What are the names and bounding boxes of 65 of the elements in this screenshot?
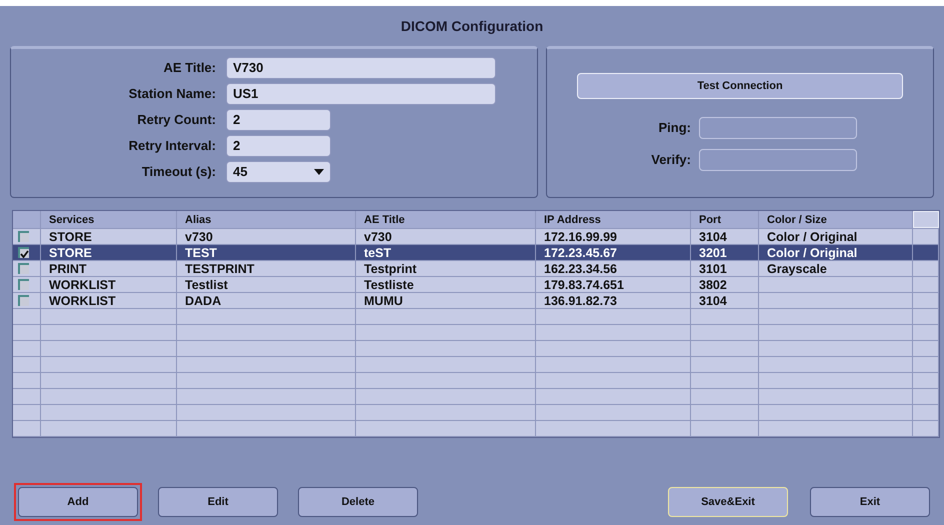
table-cell: 172.16.99.99 — [536, 229, 691, 244]
table-cell: v730 — [356, 229, 536, 244]
action-button[interactable]: Exit — [810, 487, 930, 517]
field-label: Timeout (s): — [140, 163, 217, 182]
table-cell: 3201 — [691, 245, 759, 260]
table-cell: 3104 — [691, 229, 759, 244]
test-connection-button[interactable]: Test Connection — [577, 73, 903, 99]
table-cell: 172.23.45.67 — [536, 245, 691, 260]
table-cell: WORKLIST — [41, 277, 177, 292]
action-button[interactable]: Add — [18, 487, 138, 517]
table-cell: PRINT — [41, 261, 177, 276]
dropdown-field[interactable]: 45 — [226, 161, 331, 183]
column-header: Port — [691, 211, 759, 228]
table-cell: 3802 — [691, 277, 759, 292]
table-cell: 136.91.82.73 — [536, 293, 691, 308]
table-cell: TEST — [177, 245, 356, 260]
table-cell: Color / Original — [759, 229, 913, 244]
table-cell: 3104 — [691, 293, 759, 308]
action-button[interactable]: Edit — [158, 487, 278, 517]
check-icon — [20, 250, 29, 258]
field-label: Ping: — [658, 119, 692, 138]
checkbox[interactable] — [18, 279, 29, 290]
table-cell: teST — [356, 245, 536, 260]
table-cell: TESTPRINT — [177, 261, 356, 276]
caret-icon — [314, 169, 324, 175]
checkbox[interactable] — [18, 295, 29, 306]
input-field[interactable]: 2 — [226, 109, 331, 131]
input-field[interactable]: 2 — [226, 135, 331, 157]
checkbox[interactable] — [18, 231, 29, 242]
checkbox[interactable] — [18, 263, 29, 274]
field-label: AE Title: — [162, 59, 217, 78]
table-row[interactable]: STORE TEST teST 172.23.45.67 3201 Color / Original — [13, 245, 939, 261]
table-cell: WORKLIST — [41, 293, 177, 308]
table-cell: STORE — [41, 245, 177, 260]
table-cell: 3101 — [691, 261, 759, 276]
table-cell: v730 — [177, 229, 356, 244]
table-cell: STORE — [41, 229, 177, 244]
table-row[interactable]: PRINT TESTPRINT Testprint 162.23.34.56 3101 Grayscale — [13, 261, 939, 277]
column-header: AE Title — [356, 211, 536, 228]
field-label: Station Name: — [128, 85, 217, 104]
field-label: Retry Interval: — [128, 137, 217, 156]
action-button[interactable]: Save&Exit — [668, 487, 788, 517]
table-cell: DADA — [177, 293, 356, 308]
table-row[interactable]: WORKLIST Testlist Testliste 179.83.74.651 3802 — [13, 277, 939, 293]
field-label: Retry Count: — [136, 111, 217, 130]
input-field[interactable] — [699, 117, 857, 139]
table-cell: Testprint — [356, 261, 536, 276]
table-cell: 162.23.34.56 — [536, 261, 691, 276]
table-cell: Testliste — [356, 277, 536, 292]
field-label: Verify: — [650, 151, 692, 170]
table-cell: MUMU — [356, 293, 536, 308]
action-button[interactable]: Delete — [298, 487, 418, 517]
table-row[interactable]: WORKLIST DADA MUMU 136.91.82.73 3104 — [13, 293, 939, 309]
input-field[interactable]: US1 — [226, 83, 496, 105]
column-header: Alias — [177, 211, 356, 228]
input-field[interactable] — [699, 149, 857, 171]
table-cell: Color / Original — [759, 245, 913, 260]
column-header: IP Address — [536, 211, 691, 228]
checkbox[interactable] — [18, 247, 29, 258]
table-cell: Testlist — [177, 277, 356, 292]
table-cell: Grayscale — [759, 261, 913, 276]
column-header: Services — [41, 211, 177, 228]
table-cell: 179.83.74.651 — [536, 277, 691, 292]
window-title: DICOM Configuration — [400, 17, 544, 36]
input-field[interactable]: V730 — [226, 57, 496, 79]
